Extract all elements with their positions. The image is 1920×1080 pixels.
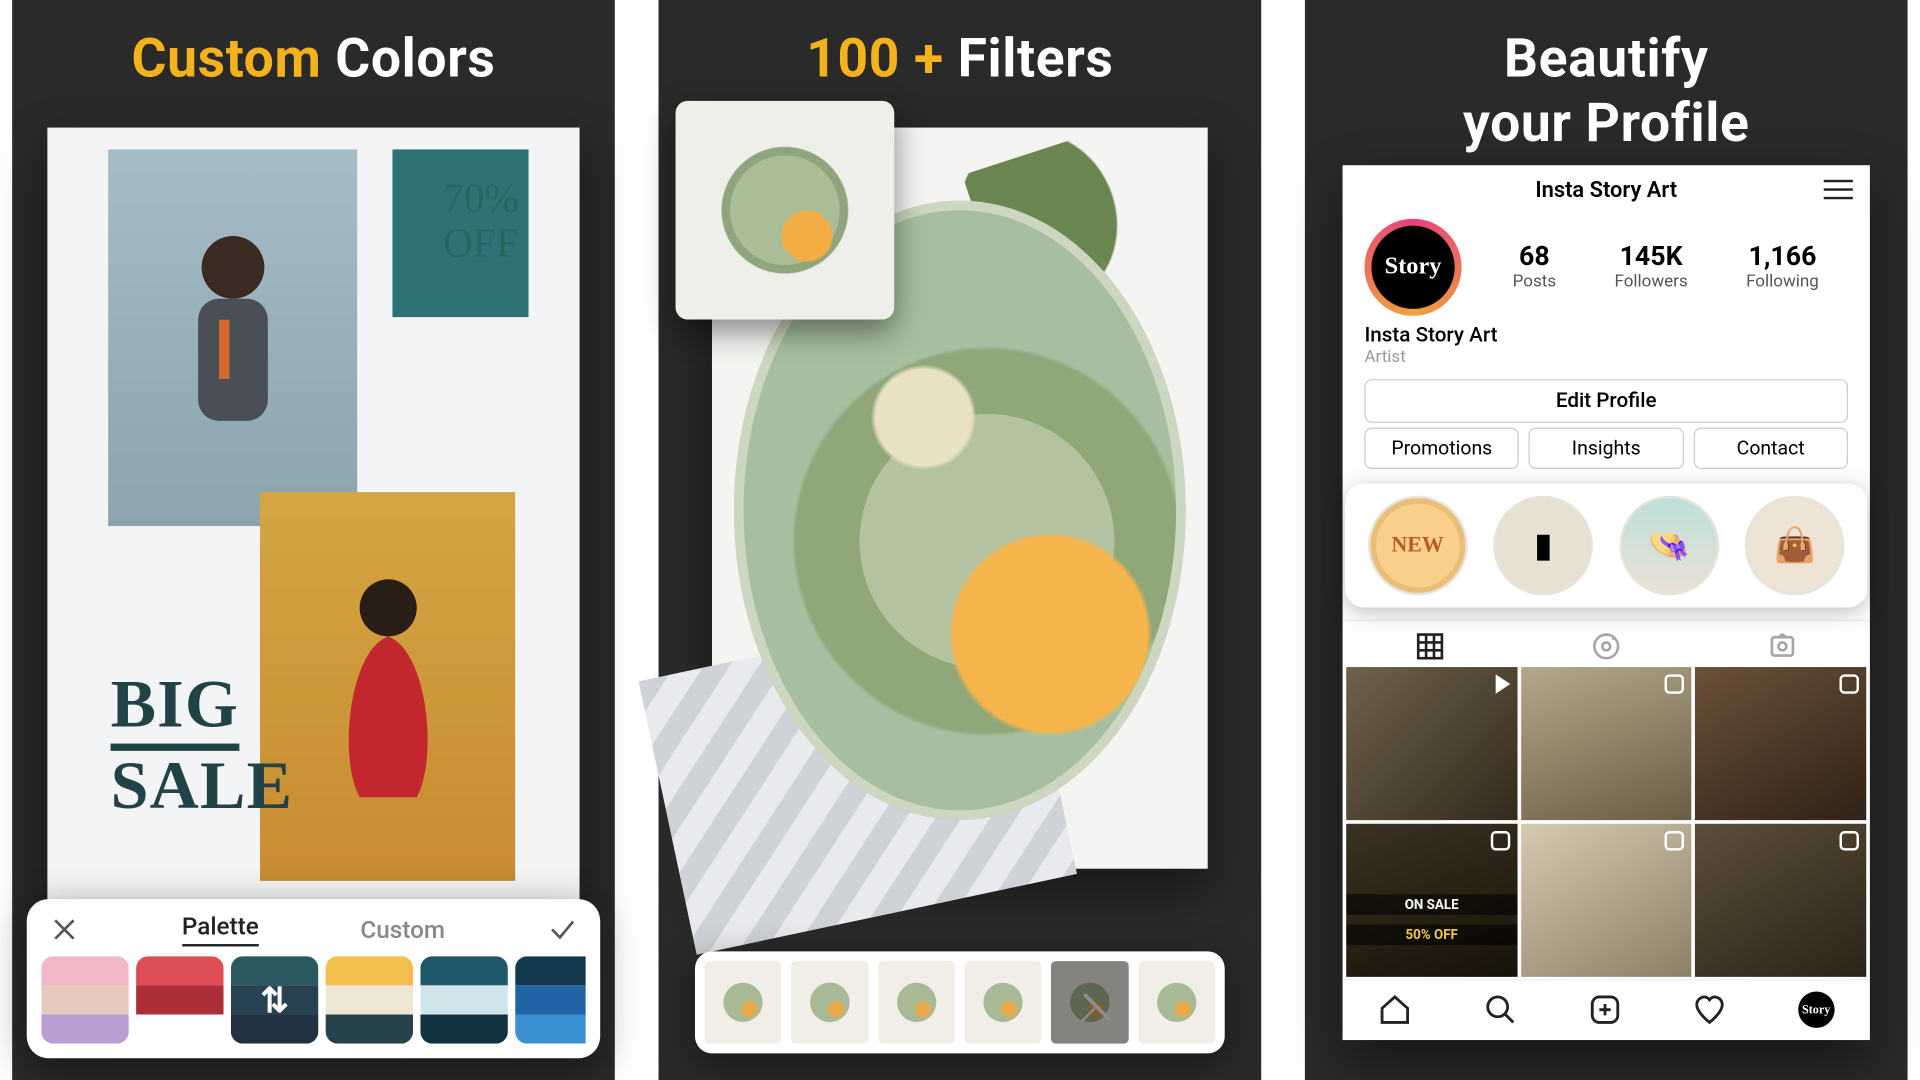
stats-row: Story 68Posts 145KFollowers 1,166Following <box>1343 216 1870 320</box>
play-icon <box>1495 674 1510 693</box>
palette-swatch[interactable] <box>515 956 585 1043</box>
highlight-new[interactable]: NEW <box>1368 495 1468 595</box>
preview-thumb <box>676 101 895 320</box>
discount-percent: 70% <box>443 176 519 221</box>
on-sale-label: ON SALE <box>1346 894 1517 915</box>
tagged-tab-icon[interactable] <box>1766 630 1798 662</box>
multi-icon <box>1840 674 1859 693</box>
palette-swatches <box>41 956 585 1043</box>
confirm-icon[interactable] <box>547 913 579 945</box>
grid-cell[interactable]: ON SALE 50% OFF <box>1346 823 1517 976</box>
profile-name: Insta Story Art <box>1364 323 1848 347</box>
photo-man <box>108 149 357 526</box>
panel-title: Beautify your Profile <box>1463 27 1750 155</box>
grid-cell[interactable] <box>1521 667 1692 820</box>
filter-strip <box>695 951 1225 1053</box>
filter-canvas[interactable] <box>712 127 1208 868</box>
hamburger-icon[interactable] <box>1824 177 1853 201</box>
profile-title: Insta Story Art <box>1535 178 1677 204</box>
insights-button[interactable]: Insights <box>1529 427 1684 468</box>
action-buttons: PromotionsInsightsContact <box>1343 427 1870 478</box>
highlight-perf[interactable]: ▮ <box>1494 495 1594 595</box>
story-profile-icon[interactable]: Story <box>1798 992 1834 1028</box>
big-sale-text: BIG SALE <box>111 670 294 823</box>
filter-thumb[interactable] <box>965 961 1042 1044</box>
palette-swatch[interactable] <box>326 956 413 1043</box>
add-post-icon[interactable] <box>1588 993 1622 1027</box>
panel-filters: 100 + Filters <box>659 0 1262 1080</box>
title-accent: Custom <box>131 27 321 90</box>
edit-profile-label: Edit Profile <box>1556 388 1657 412</box>
title-accent: 100 + <box>806 27 943 90</box>
profile-phone: Insta Story Art Story 68Posts 145KFollowe… <box>1343 165 1870 1040</box>
grid-cell[interactable] <box>1695 667 1866 820</box>
grid-cell[interactable] <box>1695 823 1866 976</box>
highlights: NEW ▮👒 👜 <box>1345 483 1867 607</box>
palette-swatch[interactable] <box>231 956 318 1043</box>
panel-title: 100 + Filters <box>806 27 1113 91</box>
sale-word: SALE <box>111 751 294 822</box>
editor-canvas[interactable]: 70% OFF BIG SALE <box>47 127 579 917</box>
tab-palette[interactable]: Palette <box>182 911 259 946</box>
grid-cell[interactable] <box>1521 823 1692 976</box>
multi-icon <box>1665 674 1684 693</box>
palette-swatch[interactable] <box>41 956 128 1043</box>
highlight-hat[interactable]: 👒 <box>1619 495 1719 595</box>
big-word: BIG <box>111 670 239 751</box>
fifty-off-label: 50% OFF <box>1346 924 1517 945</box>
edit-profile-button[interactable]: Edit Profile <box>1364 379 1848 423</box>
title-line2: your Profile <box>1463 91 1750 154</box>
stat[interactable]: 68Posts <box>1513 242 1556 292</box>
stat-label: Followers <box>1614 272 1687 291</box>
title-rest: Filters <box>958 27 1114 90</box>
panel-profile: Beautify your Profile Insta Story Art St… <box>1305 0 1908 1080</box>
post-grid[interactable]: ON SALE 50% OFF TREAT YO' SELF. <box>1343 667 1870 979</box>
palette-popup: Palette Custom <box>27 899 600 1058</box>
multi-icon <box>1490 831 1509 850</box>
panel-title: Custom Colors <box>131 27 495 91</box>
grid-tab-icon[interactable] <box>1415 630 1447 662</box>
palette-swatch[interactable] <box>420 956 507 1043</box>
bottom-nav: Story <box>1343 979 1870 1040</box>
filter-thumb[interactable] <box>1138 961 1215 1044</box>
panel-custom-colors: Custom Colors 70% OFF BIG SALE Pale <box>12 0 615 1080</box>
avatar-text: Story <box>1385 253 1442 281</box>
stat-label: Posts <box>1513 272 1556 291</box>
close-icon[interactable] <box>49 913 81 945</box>
title-rest: Colors <box>335 27 495 90</box>
name-block: Insta Story Art Artist <box>1343 320 1870 373</box>
stats: 68Posts 145KFollowers 1,166Following <box>1484 242 1849 292</box>
discount-off: OFF <box>443 221 519 266</box>
discount-badge: 70% OFF <box>443 176 519 267</box>
profile-header: Insta Story Art <box>1343 165 1870 216</box>
stat-number: 68 <box>1513 242 1556 272</box>
photo-woman <box>260 492 515 881</box>
contact-button[interactable]: Contact <box>1693 427 1848 468</box>
title-line1: Beautify <box>1504 27 1709 90</box>
highlight-bag[interactable]: 👜 <box>1745 495 1845 595</box>
tab-custom[interactable]: Custom <box>360 914 445 943</box>
grid-cell[interactable] <box>1346 667 1517 820</box>
stat-number: 1,166 <box>1746 242 1819 272</box>
filter-thumb[interactable] <box>705 961 782 1044</box>
stat[interactable]: 145KFollowers <box>1614 242 1687 292</box>
stat[interactable]: 1,166Following <box>1746 242 1819 292</box>
search-icon[interactable] <box>1483 993 1517 1027</box>
profile-role: Artist <box>1364 347 1848 366</box>
stat-number: 145K <box>1614 242 1687 272</box>
reels-tab-icon[interactable] <box>1590 630 1622 662</box>
promotions-button[interactable]: Promotions <box>1364 427 1519 468</box>
multi-icon <box>1840 831 1859 850</box>
filter-thumb[interactable] <box>1051 961 1128 1044</box>
heart-icon[interactable] <box>1693 993 1727 1027</box>
highlights-wrap: NEW ▮👒 👜 <box>1330 478 1882 612</box>
view-tabs <box>1343 619 1870 666</box>
stat-label: Following <box>1746 272 1819 291</box>
filter-thumb[interactable] <box>878 961 955 1044</box>
profile-avatar[interactable]: Story <box>1364 218 1461 315</box>
multi-icon <box>1665 831 1684 850</box>
filter-thumb[interactable] <box>791 961 868 1044</box>
palette-swatch[interactable] <box>136 956 223 1043</box>
home-icon[interactable] <box>1378 993 1412 1027</box>
